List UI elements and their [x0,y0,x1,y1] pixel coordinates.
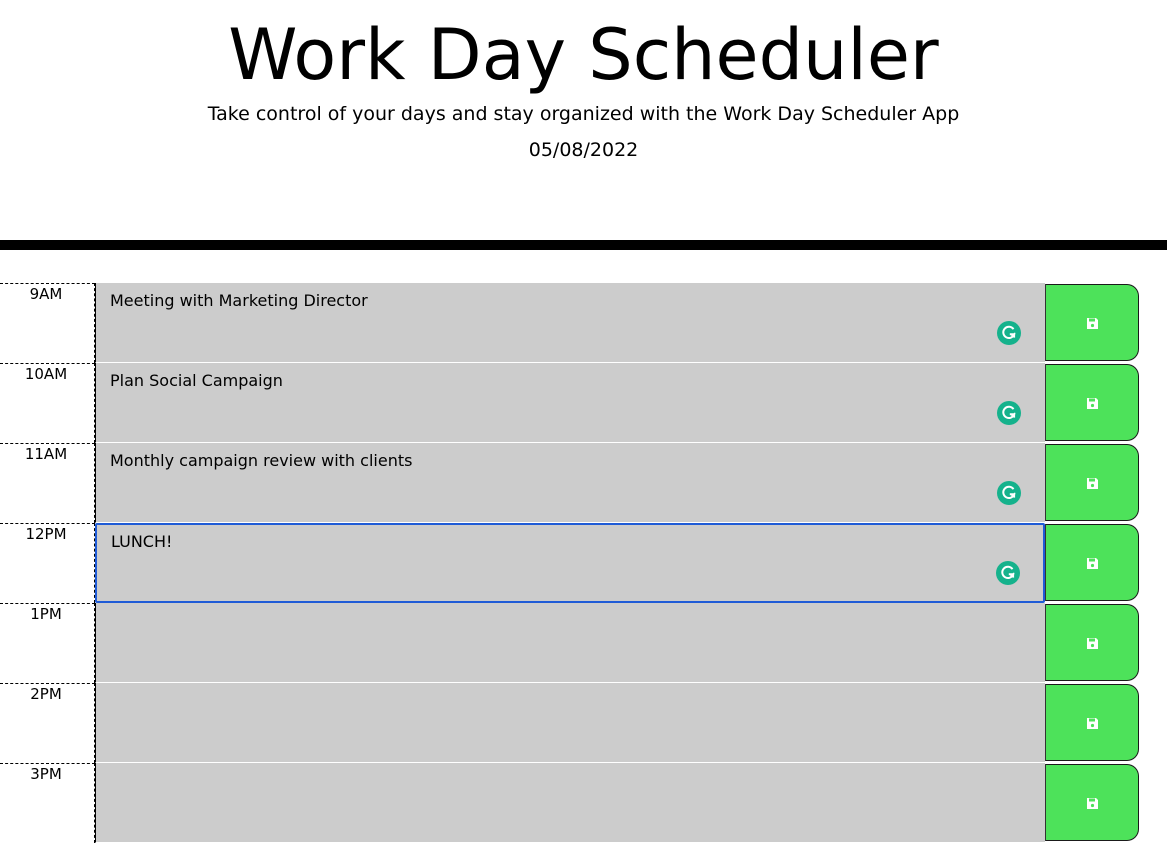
save-button[interactable] [1045,444,1139,521]
time-block-1pm: 1PM [0,603,1167,683]
task-text: Plan Social Campaign [110,371,283,390]
hour-label: 11AM [0,443,95,523]
save-button[interactable] [1045,284,1139,361]
save-button[interactable] [1045,684,1139,761]
time-block-9am: 9AM Meeting with Marketing Director [0,283,1167,363]
grammarly-icon[interactable] [997,481,1021,505]
current-date: 05/08/2022 [528,139,639,161]
task-text: Monthly campaign review with clients [110,451,413,470]
save-button[interactable] [1045,364,1139,441]
time-block-2pm: 2PM [0,683,1167,763]
floppy-disk-icon [1087,718,1098,729]
hour-label: 2PM [0,683,95,763]
task-text: LUNCH! [111,532,173,551]
time-block-10am: 10AM Plan Social Campaign [0,363,1167,443]
grammarly-icon[interactable] [997,321,1021,345]
hour-label: 1PM [0,603,95,683]
task-text: Meeting with Marketing Director [110,291,368,310]
save-button[interactable] [1045,524,1139,601]
save-button[interactable] [1045,764,1139,841]
save-button[interactable] [1045,604,1139,681]
page-title: Work Day Scheduler [228,14,939,96]
floppy-disk-icon [1087,318,1098,329]
header-divider [0,240,1167,250]
hour-label: 3PM [0,763,95,843]
task-textarea[interactable] [95,603,1045,683]
task-textarea[interactable]: LUNCH! [95,523,1045,603]
task-textarea[interactable]: Monthly campaign review with clients [95,443,1045,523]
task-textarea[interactable] [95,763,1045,843]
floppy-disk-icon [1087,398,1098,409]
task-textarea[interactable]: Meeting with Marketing Director [95,283,1045,363]
grammarly-icon[interactable] [997,401,1021,425]
time-block-11am: 11AM Monthly campaign review with client… [0,443,1167,523]
page-subtitle: Take control of your days and stay organ… [207,103,960,125]
task-textarea[interactable] [95,683,1045,763]
hour-label: 12PM [0,523,95,603]
floppy-disk-icon [1087,558,1098,569]
floppy-disk-icon [1087,478,1098,489]
time-block-3pm: 3PM [0,763,1167,843]
floppy-disk-icon [1087,798,1098,809]
floppy-disk-icon [1087,638,1098,649]
task-textarea[interactable]: Plan Social Campaign [95,363,1045,443]
page-header: Work Day Scheduler Take control of your … [0,0,1167,240]
grammarly-icon[interactable] [996,561,1020,585]
hour-label: 9AM [0,283,95,363]
hour-label: 10AM [0,363,95,443]
time-block-12pm: 12PM LUNCH! [0,523,1167,603]
